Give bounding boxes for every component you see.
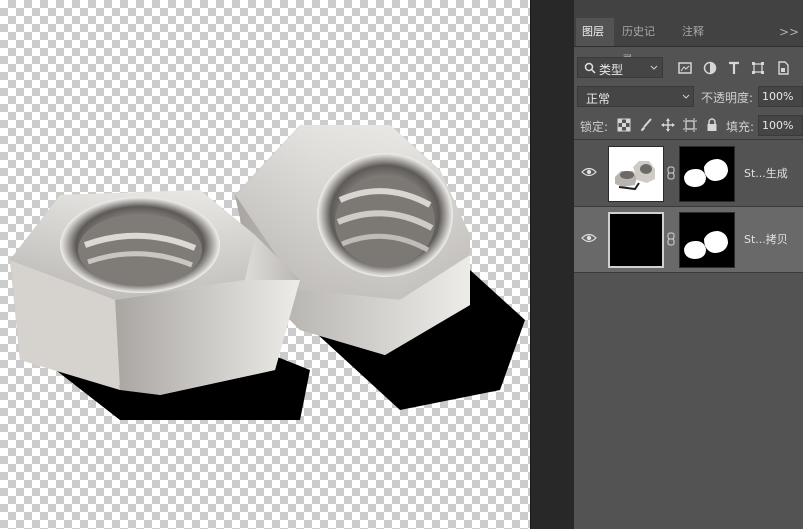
link-chain-icon[interactable]	[667, 232, 675, 246]
opacity-value: 100%	[762, 90, 794, 103]
pixel-layer-filter-icon[interactable]	[678, 61, 692, 75]
link-chain-icon[interactable]	[667, 166, 675, 180]
tab-history[interactable]: 历史记录	[616, 18, 670, 66]
mask-shape	[684, 231, 728, 259]
panel-header-strip	[574, 0, 803, 18]
opacity-label: 不透明度:	[701, 91, 754, 105]
chevron-down-icon	[650, 65, 658, 70]
document-canvas[interactable]	[0, 0, 530, 529]
search-icon	[584, 62, 596, 74]
canvas-gutter	[530, 0, 574, 529]
filter-row: 类型	[574, 54, 803, 80]
lock-transparent-pixels-icon[interactable]	[617, 118, 631, 132]
layer-name[interactable]: St...生成	[744, 141, 788, 207]
panel-menu-button[interactable]: >>	[779, 18, 799, 46]
layer-row[interactable]: St...生成	[574, 141, 803, 207]
smart-object-filter-icon[interactable]	[776, 61, 790, 75]
adjustment-layer-filter-icon[interactable]	[703, 61, 717, 75]
blend-row: 正常 不透明度: 100%	[574, 82, 803, 110]
visibility-eye-icon[interactable]	[581, 232, 597, 244]
layer-row-selected[interactable]: St...拷贝	[574, 207, 803, 273]
lock-label: 锁定:	[580, 120, 609, 134]
fill-value: 100%	[762, 119, 794, 132]
lock-all-icon[interactable]	[705, 118, 719, 132]
hex-nuts-image	[10, 125, 525, 420]
lock-position-icon[interactable]	[661, 118, 675, 132]
shape-layer-filter-icon[interactable]	[751, 61, 765, 75]
lock-image-pixels-icon[interactable]	[639, 118, 653, 132]
layer-thumbnail[interactable]	[608, 212, 664, 268]
tab-notes[interactable]: 注释	[676, 18, 712, 46]
visibility-eye-icon[interactable]	[581, 166, 597, 178]
layer-name[interactable]: St...拷贝	[744, 207, 788, 273]
layer-mask-thumbnail[interactable]	[679, 212, 735, 268]
blend-mode-value: 正常	[586, 92, 611, 106]
layer-mask-thumbnail[interactable]	[679, 146, 735, 202]
layer-thumbnail[interactable]	[608, 146, 664, 202]
type-layer-filter-icon[interactable]	[727, 61, 741, 75]
layers-panel: 图层 历史记录 注释 >> 类型 正常 不透明度: 100% 锁定:	[574, 0, 803, 529]
fill-input[interactable]: 100%	[758, 115, 803, 136]
blend-mode-dropdown[interactable]: 正常	[577, 86, 694, 107]
lock-artboard-icon[interactable]	[683, 118, 697, 132]
opacity-input[interactable]: 100%	[758, 86, 803, 107]
tab-layers[interactable]: 图层	[576, 18, 614, 46]
mask-shape	[684, 159, 728, 187]
lock-row: 锁定: 填充: 100%	[574, 112, 803, 140]
chevron-down-icon	[682, 94, 690, 99]
fill-label: 填充:	[726, 120, 755, 134]
filter-kind-dropdown[interactable]: 类型	[577, 57, 663, 78]
filter-kind-label: 类型	[599, 63, 624, 77]
panel-tab-bar: 图层 历史记录 注释 >>	[574, 18, 803, 66]
nuts-thumbnail-image	[615, 161, 655, 191]
divider	[530, 0, 531, 529]
